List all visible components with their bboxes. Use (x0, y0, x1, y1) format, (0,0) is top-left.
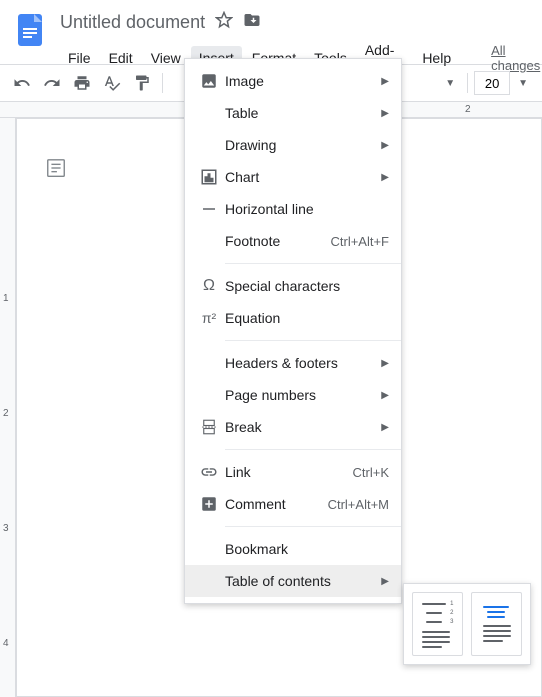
menu-special-characters[interactable]: Ω Special characters (185, 270, 401, 302)
ruler-tick: 2 (465, 104, 471, 115)
header: Untitled document File Edit View Insert … (0, 0, 542, 64)
docs-logo[interactable] (0, 8, 60, 48)
menu-label: Special characters (221, 278, 389, 294)
toc-preview-icon (483, 606, 511, 642)
menu-bookmark[interactable]: Bookmark (185, 533, 401, 565)
ruler-tick: 2 (3, 408, 9, 419)
divider (225, 526, 401, 527)
divider (225, 263, 401, 264)
pi-icon: π² (197, 310, 221, 326)
undo-button[interactable] (8, 69, 36, 97)
menu-label: Page numbers (221, 387, 381, 403)
vertical-ruler[interactable]: 1 2 3 4 (0, 118, 16, 697)
omega-icon: Ω (197, 277, 221, 295)
ruler-tick: 1 (3, 293, 9, 304)
chevron-right-icon: ▶ (381, 390, 389, 401)
toc-with-page-numbers[interactable]: 1 2 3 (412, 592, 463, 656)
menu-horizontal-line[interactable]: Horizontal line (185, 193, 401, 225)
insert-dropdown-menu: Image ▶ Table ▶ Drawing ▶ Chart ▶ Horizo… (184, 58, 402, 604)
move-to-folder-icon[interactable] (243, 11, 261, 34)
shortcut: Ctrl+Alt+M (328, 497, 389, 512)
link-icon (197, 463, 221, 481)
menu-page-numbers[interactable]: Page numbers ▶ (185, 379, 401, 411)
comment-icon (197, 495, 221, 513)
chevron-right-icon: ▶ (381, 576, 389, 587)
hline-icon (197, 200, 221, 218)
menu-help[interactable]: Help (414, 46, 459, 70)
menu-label: Footnote (221, 233, 330, 249)
toc-preview-icon: 1 2 3 (422, 601, 454, 648)
paint-format-button[interactable] (128, 69, 156, 97)
star-icon[interactable] (215, 11, 233, 34)
font-size-dropdown[interactable]: ▼ (512, 69, 534, 97)
redo-button[interactable] (38, 69, 66, 97)
divider (225, 449, 401, 450)
menu-label: Break (221, 419, 381, 435)
menu-table-of-contents[interactable]: Table of contents ▶ (185, 565, 401, 597)
chevron-right-icon: ▶ (381, 358, 389, 369)
shortcut: Ctrl+K (353, 465, 389, 480)
image-icon (197, 72, 221, 90)
menu-label: Equation (221, 310, 389, 326)
menu-file[interactable]: File (60, 46, 99, 70)
menu-label: Table of contents (221, 573, 381, 589)
font-size-input[interactable]: 20 (474, 71, 510, 95)
menu-drawing[interactable]: Drawing ▶ (185, 129, 401, 161)
menu-footnote[interactable]: Footnote Ctrl+Alt+F (185, 225, 401, 257)
chevron-right-icon: ▶ (381, 140, 389, 151)
chevron-right-icon: ▶ (381, 76, 389, 87)
outline-icon[interactable] (45, 157, 67, 184)
shortcut: Ctrl+Alt+F (330, 234, 389, 249)
spellcheck-button[interactable] (98, 69, 126, 97)
menu-label: Chart (221, 169, 381, 185)
menu-label: Comment (221, 496, 328, 512)
menu-label: Table (221, 105, 381, 121)
menu-chart[interactable]: Chart ▶ (185, 161, 401, 193)
ruler-tick: 4 (3, 638, 9, 649)
menu-break[interactable]: Break ▶ (185, 411, 401, 443)
title-row: Untitled document (60, 8, 542, 36)
menu-label: Bookmark (221, 541, 389, 557)
separator (467, 73, 468, 93)
divider (225, 340, 401, 341)
toc-submenu: 1 2 3 (403, 583, 531, 665)
menu-image[interactable]: Image ▶ (185, 65, 401, 97)
chevron-right-icon: ▶ (381, 108, 389, 119)
ruler-tick: 3 (3, 523, 9, 534)
chevron-right-icon: ▶ (381, 422, 389, 433)
menu-label: Horizontal line (221, 201, 389, 217)
doc-title[interactable]: Untitled document (60, 12, 205, 33)
menu-edit[interactable]: Edit (101, 46, 141, 70)
menu-label: Image (221, 73, 381, 89)
menu-label: Drawing (221, 137, 381, 153)
menu-equation[interactable]: π² Equation (185, 302, 401, 334)
separator (162, 73, 163, 93)
menu-table[interactable]: Table ▶ (185, 97, 401, 129)
toc-with-blue-links[interactable] (471, 592, 522, 656)
break-icon (197, 418, 221, 436)
menu-view[interactable]: View (143, 46, 189, 70)
menu-label: Headers & footers (221, 355, 381, 371)
chevron-right-icon: ▶ (381, 172, 389, 183)
menu-link[interactable]: Link Ctrl+K (185, 456, 401, 488)
print-button[interactable] (68, 69, 96, 97)
chart-icon (197, 168, 221, 186)
menu-comment[interactable]: Comment Ctrl+Alt+M (185, 488, 401, 520)
menu-headers-footers[interactable]: Headers & footers ▶ (185, 347, 401, 379)
font-dropdown[interactable]: ▼ (439, 69, 461, 97)
menu-label: Link (221, 464, 353, 480)
